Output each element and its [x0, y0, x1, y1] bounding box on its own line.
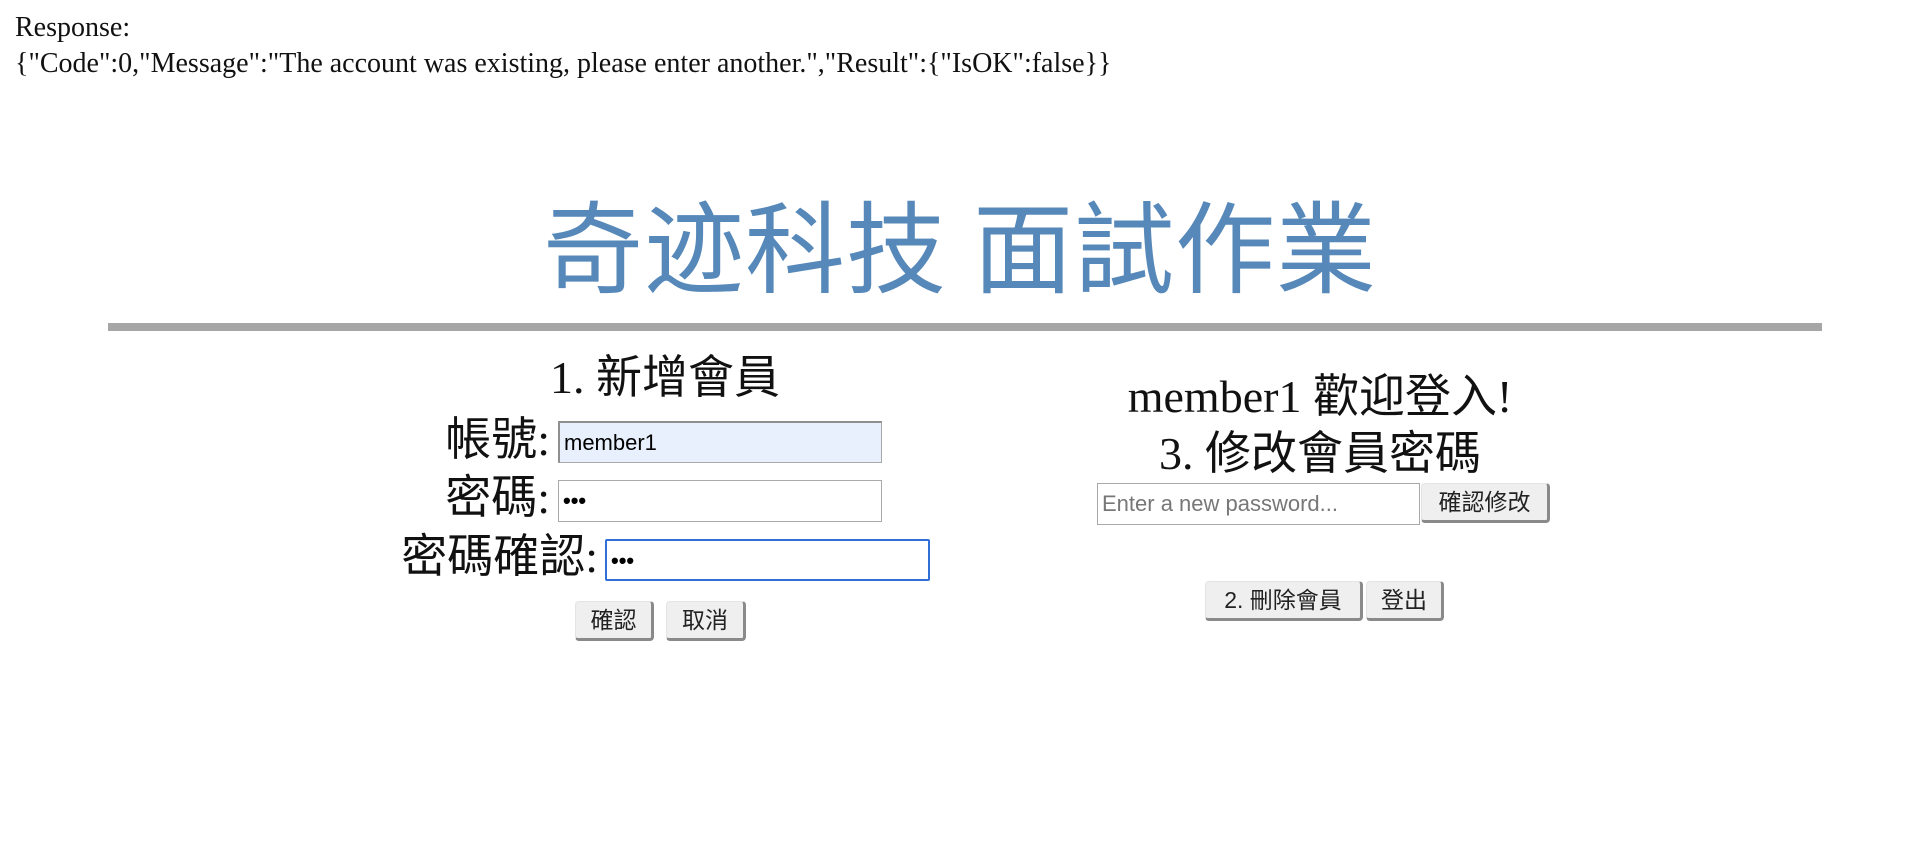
password-confirm-label: 密碼確認: [401, 531, 598, 582]
new-password-placeholder: Enter a new password... [1102, 491, 1339, 516]
response-output: Response: {"Code":0,"Message":"The accou… [15, 10, 1111, 82]
password-label: 密碼: [445, 472, 550, 523]
add-member-cancel-button[interactable]: 取消 [666, 601, 746, 641]
account-input[interactable]: member1 [558, 421, 882, 463]
page-title: 奇迹科技 面試作業 [543, 196, 1377, 307]
logout-button[interactable]: 登出 [1366, 581, 1444, 621]
response-json: {"Code":0,"Message":"The account was exi… [15, 48, 1112, 79]
delete-member-button[interactable]: 2. 刪除會員 [1205, 581, 1363, 621]
new-password-input[interactable]: Enter a new password... [1097, 483, 1420, 525]
add-member-heading: 1. 新增會員 [550, 352, 780, 403]
title-divider [108, 323, 1822, 331]
password-input[interactable]: ••• [558, 480, 882, 522]
confirm-change-password-button[interactable]: 確認修改 [1421, 483, 1550, 523]
change-password-heading: 3. 修改會員密碼 [1159, 428, 1481, 479]
account-label: 帳號: [445, 414, 550, 465]
response-label: Response: [15, 12, 131, 43]
password-confirm-input[interactable]: ••• [605, 539, 930, 581]
welcome-message: member1 歡迎登入! [1127, 371, 1513, 422]
add-member-confirm-button[interactable]: 確認 [575, 601, 654, 641]
